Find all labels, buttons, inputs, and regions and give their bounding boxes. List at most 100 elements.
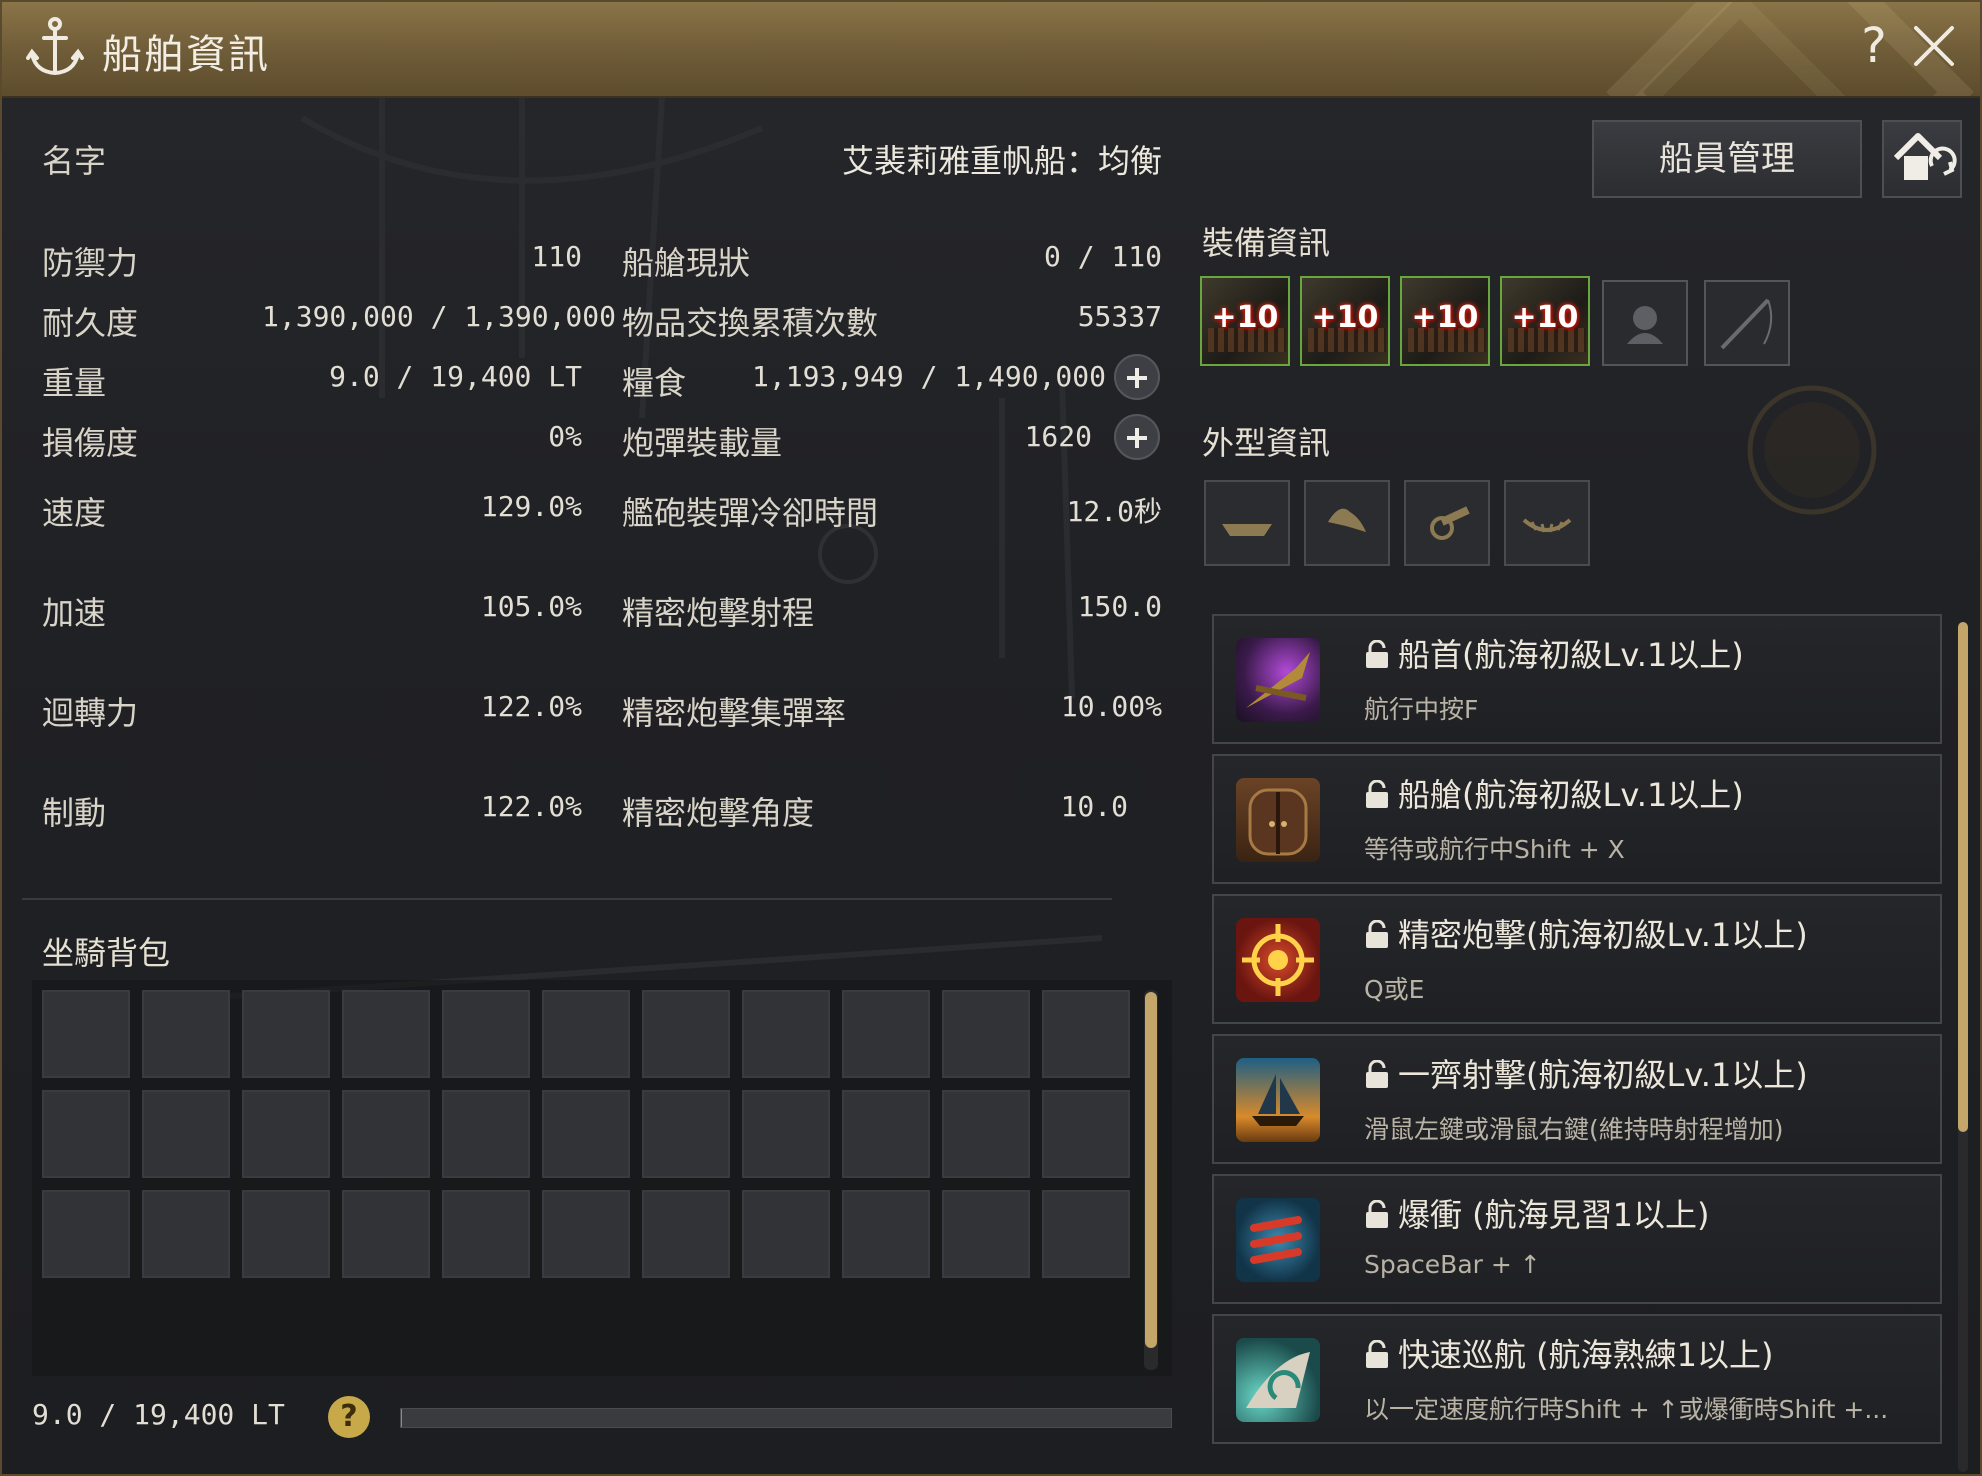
appearance-slot-sail[interactable] xyxy=(1304,480,1390,566)
bag-slot[interactable] xyxy=(642,1090,730,1178)
cannon-icon xyxy=(1430,506,1470,540)
stat-value-speed: 129.0% xyxy=(480,490,582,523)
bag-slot[interactable] xyxy=(642,1190,730,1278)
add-rations-button[interactable] xyxy=(1114,354,1160,400)
equip-slot-plating[interactable]: +10 xyxy=(1300,276,1390,366)
stat-label-turning: 迴轉力 xyxy=(42,694,139,732)
bag-slot[interactable] xyxy=(642,990,730,1078)
skill-key: 等待或航行中Shift + X xyxy=(1364,835,1625,864)
weight-help-icon[interactable]: ? xyxy=(328,1396,370,1438)
equip-slot-cannon[interactable]: +10 xyxy=(1400,276,1490,366)
ship-skills-list[interactable]: 船首(航海初級Lv.1以上) 航行中按F 船艙(航海初級Lv.1以上) 等待或航… xyxy=(1202,614,1962,1474)
sailor-icon xyxy=(1627,306,1663,344)
bag-slot[interactable] xyxy=(242,1090,330,1178)
stat-label-defense: 防禦力 xyxy=(42,244,139,282)
stat-value-precision-range: 150.0 xyxy=(1077,590,1162,623)
skill-card-cabin[interactable]: 船艙(航海初級Lv.1以上) 等待或航行中Shift + X xyxy=(1212,754,1942,884)
bag-slot[interactable] xyxy=(742,1090,830,1178)
skill-card-fast-cruise[interactable]: 快速巡航 (航海熟練1以上) 以一定速度航行時Shift + ↑或爆衝時Shif… xyxy=(1212,1314,1942,1444)
stat-label-trade-count: 物品交換累積次數 xyxy=(622,304,879,342)
enhance-level: +10 xyxy=(1411,300,1479,335)
enhance-level: +10 xyxy=(1311,300,1379,335)
bag-scrollbar-thumb[interactable] xyxy=(1145,992,1157,1348)
stat-value-trade-count: 55337 xyxy=(1077,300,1162,333)
stat-label-cannonballs: 炮彈裝載量 xyxy=(622,424,783,462)
stat-value-precision-accuracy: 10.00% xyxy=(1060,690,1162,723)
stat-label-durability: 耐久度 xyxy=(42,304,139,342)
stat-label-precision-angle: 精密炮擊角度 xyxy=(622,794,815,832)
crew-management-button[interactable]: 船員管理 xyxy=(1592,120,1862,198)
bag-slot[interactable] xyxy=(142,1090,230,1178)
bag-slot[interactable] xyxy=(342,1190,430,1278)
skill-title: 一齊射擊(航海初級Lv.1以上) xyxy=(1398,1056,1808,1094)
bag-slot[interactable] xyxy=(442,990,530,1078)
skills-scrollbar-thumb[interactable] xyxy=(1958,622,1968,1132)
bag-slot[interactable] xyxy=(142,990,230,1078)
skill-title: 精密炮擊(航海初級Lv.1以上) xyxy=(1398,916,1808,954)
bag-slot[interactable] xyxy=(942,1090,1030,1178)
bag-slot[interactable] xyxy=(42,990,130,1078)
bag-slot[interactable] xyxy=(342,990,430,1078)
stat-label-precision-range: 精密炮擊射程 xyxy=(622,594,815,632)
skill-card-ram[interactable]: 船首(航海初級Lv.1以上) 航行中按F xyxy=(1212,614,1942,744)
appearance-slot-cannon[interactable] xyxy=(1404,480,1490,566)
bag-slot[interactable] xyxy=(1042,1190,1130,1278)
unlock-icon xyxy=(1366,1060,1388,1088)
bag-slot[interactable] xyxy=(742,990,830,1078)
title-bar[interactable]: 船舶資訊 ? xyxy=(2,2,1980,98)
add-cannonballs-button[interactable] xyxy=(1114,414,1160,460)
bag-slot[interactable] xyxy=(1042,990,1130,1078)
bag-slot[interactable] xyxy=(542,1190,630,1278)
equip-slot-sailor[interactable] xyxy=(1602,280,1688,366)
stat-value-cannonballs: 1620 xyxy=(1024,420,1092,453)
anchor-icon xyxy=(26,17,84,76)
enhance-level: +10 xyxy=(1211,300,1279,335)
appearance-slot-hull[interactable] xyxy=(1204,480,1290,566)
crosshair-icon xyxy=(1236,918,1320,1002)
skill-key: 航行中按F xyxy=(1364,695,1479,724)
appearance-slot-ornament[interactable] xyxy=(1504,480,1590,566)
bag-slot[interactable] xyxy=(842,1090,930,1178)
bag-slot[interactable] xyxy=(242,1190,330,1278)
skill-title: 爆衝 (航海見習1以上) xyxy=(1398,1196,1710,1234)
home-return-button[interactable] xyxy=(1882,120,1962,198)
equip-slot-fishing-rod[interactable] xyxy=(1704,280,1790,366)
skill-card-precision-shot[interactable]: 精密炮擊(航海初級Lv.1以上) Q或E xyxy=(1212,894,1942,1024)
bag-slot[interactable] xyxy=(442,1190,530,1278)
stat-value-damage: 0% xyxy=(548,420,582,453)
bag-slot[interactable] xyxy=(942,990,1030,1078)
skill-title: 快速巡航 (航海熟練1以上) xyxy=(1398,1336,1774,1374)
bag-slot[interactable] xyxy=(142,1190,230,1278)
stat-value-cabin: 0 / 110 xyxy=(1043,240,1162,273)
bag-slot[interactable] xyxy=(842,1190,930,1278)
equip-slot-prow[interactable]: +10 xyxy=(1200,276,1290,366)
bag-slot[interactable] xyxy=(542,990,630,1078)
home-swap-icon xyxy=(1893,133,1957,180)
appearance-title: 外型資訊 xyxy=(1202,424,1331,462)
bag-slot[interactable] xyxy=(242,990,330,1078)
ship-info-window: 船舶資訊 ? 名字 艾裴莉雅重帆船：均衡 船員管理 防禦力 110 耐久度 1,… xyxy=(0,0,1982,1476)
stat-label-rations: 糧食 xyxy=(622,364,687,402)
bag-slot[interactable] xyxy=(42,1090,130,1178)
bag-slot[interactable] xyxy=(442,1090,530,1178)
bag-weight: 9.0 / 19,400 LT xyxy=(32,1398,285,1431)
equip-slot-sail[interactable]: +10 xyxy=(1500,276,1590,366)
bag-slot[interactable] xyxy=(842,990,930,1078)
bag-slot[interactable] xyxy=(942,1190,1030,1278)
stat-value-durability: 1,390,000 / 1,390,000 xyxy=(262,300,617,333)
bag-slot[interactable] xyxy=(342,1090,430,1178)
weight-progress-bar xyxy=(400,1408,1172,1428)
skill-card-broadside[interactable]: 一齊射擊(航海初級Lv.1以上) 滑鼠左鍵或滑鼠右鍵(維持時射程增加) xyxy=(1212,1034,1942,1164)
skill-title: 船首(航海初級Lv.1以上) xyxy=(1398,636,1744,674)
bag-slot[interactable] xyxy=(1042,1090,1130,1178)
unlock-icon xyxy=(1366,1200,1388,1228)
bag-slot[interactable] xyxy=(542,1090,630,1178)
bag-slot[interactable] xyxy=(42,1190,130,1278)
ornament-icon xyxy=(1522,518,1572,533)
stat-label-weight: 重量 xyxy=(42,364,107,402)
stat-value-rations: 1,193,949 / 1,490,000 xyxy=(752,360,1107,393)
bag-slot[interactable] xyxy=(742,1190,830,1278)
skill-card-rush[interactable]: 爆衝 (航海見習1以上) SpaceBar + ↑ xyxy=(1212,1174,1942,1304)
close-icon[interactable] xyxy=(1908,20,1960,72)
help-button[interactable]: ? xyxy=(1852,16,1896,76)
